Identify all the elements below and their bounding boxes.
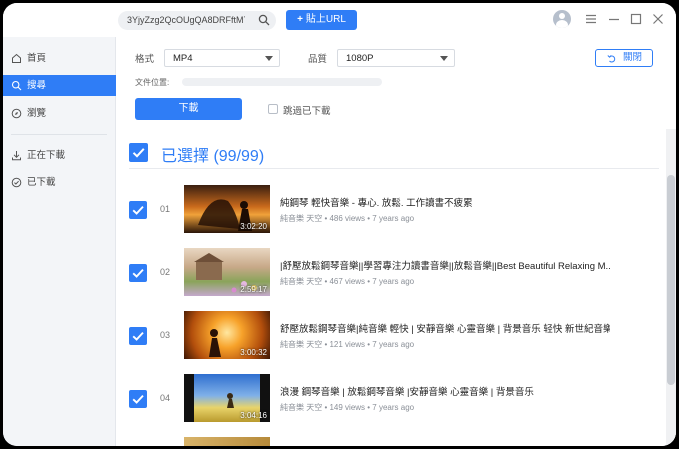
url-input[interactable]: 3YjyZzg2QcOUgQA8DRFftM7zc [118,11,276,30]
video-thumbnail[interactable]: 2:59:17 [184,248,270,296]
list-item: 04 3:04:16 浪漫 鋼琴音樂 | 放鬆鋼琴音樂 |安靜音樂 心靈音樂 |… [116,374,666,436]
search-icon[interactable] [258,14,270,26]
video-title: |舒壓放鬆鋼琴音樂||學習專注力讀書音樂||放鬆音樂||Best Beautif… [280,261,610,272]
download-icon [12,151,21,161]
list-item: 01 3:02:20 純鋼琴 輕快音樂 - 專心. 放鬆. 工作讀書不疲累 純音… [116,185,666,247]
video-duration: 3:00:32 [240,348,267,357]
video-title: 浪漫 鋼琴音樂 | 放鬆鋼琴音樂 |安靜音樂 心靈音樂 | 背景音乐 [280,387,534,398]
skip-downloaded-checkbox[interactable] [268,104,278,114]
selected-count: 已選擇 (99/99) [161,148,265,165]
video-duration: 2:59:17 [240,285,267,294]
format-value: MP4 [173,53,193,64]
sidebar-item-label: 已下載 [27,177,56,188]
quality-select[interactable]: 1080P [337,49,455,67]
item-index: 01 [160,204,171,214]
skip-downloaded-label: 跳過已下載 [283,106,331,117]
sidebar-divider [11,134,107,135]
video-list: 已選擇 (99/99) 01 3:02:20 純鋼琴 輕快音樂 - 專心. 放鬆… [116,129,666,446]
close-window-icon[interactable] [651,12,665,26]
video-thumbnail[interactable]: 3:02:20 [184,185,270,233]
check-icon [132,268,144,278]
item-checkbox[interactable] [129,201,147,219]
sidebar-item-search[interactable]: 搜尋 [3,75,116,96]
undo-icon [607,55,616,63]
check-icon [132,205,144,215]
sidebar: 首頁 搜尋 瀏覽 正在下載 已下載 [3,37,116,446]
video-thumbnail[interactable] [184,437,270,446]
close-panel-button[interactable]: 關閉 [595,49,653,67]
check-icon [132,394,144,404]
sidebar-item-home[interactable]: 首頁 [3,48,116,69]
file-path-label: 文件位置: [135,78,170,87]
quality-label: 品質 [308,54,328,65]
quality-value: 1080P [346,53,374,64]
item-index: 04 [160,393,171,403]
app-window: 3YjyZzg2QcOUgQA8DRFftM7zc + 貼上URL 首頁 搜尋 … [3,3,676,446]
item-index: 03 [160,330,171,340]
search-icon [11,80,22,91]
item-index: 02 [160,267,171,277]
item-checkbox[interactable] [129,327,147,345]
list-scrollbar[interactable] [666,129,676,446]
sidebar-item-browse[interactable]: 瀏覽 [3,103,116,124]
scrollbar-thumb[interactable] [667,175,675,385]
header-divider [129,168,659,169]
list-item: 02 2:59:17 |舒壓放鬆鋼琴音樂||學習專注力讀書音樂||放鬆音樂||B… [116,248,666,310]
chevron-down-icon [440,56,448,61]
item-checkbox[interactable] [129,390,147,408]
format-select[interactable]: MP4 [164,49,280,67]
file-path-field[interactable] [182,78,382,86]
compass-icon [11,108,22,119]
avatar[interactable] [553,10,571,28]
sidebar-item-label: 首頁 [27,53,47,64]
check-circle-icon [11,177,22,188]
selection-header: 已選擇 (99/99) [116,129,666,168]
video-meta: 純音樂 天空 • 467 views • 7 years ago [280,277,415,286]
title-bar: 3YjyZzg2QcOUgQA8DRFftM7zc + 貼上URL [3,3,676,37]
check-icon [132,331,144,341]
video-meta: 純音樂 天空 • 121 views • 7 years ago [280,340,415,349]
sidebar-item-label: 正在下載 [27,150,66,161]
paste-url-label: 貼上URL [305,14,346,25]
url-input-text: 3YjyZzg2QcOUgQA8DRFftM7zc [127,15,245,25]
video-duration: 3:04:16 [240,411,267,420]
select-all-checkbox[interactable] [129,143,148,162]
sidebar-item-downloading[interactable]: 正在下載 [3,145,116,166]
video-thumbnail[interactable]: 3:00:32 [184,311,270,359]
maximize-icon[interactable] [629,12,643,26]
video-thumbnail[interactable]: 3:04:16 [184,374,270,422]
minimize-icon[interactable] [607,12,621,26]
sidebar-item-label: 搜尋 [27,80,47,91]
video-title: 舒壓放鬆鋼琴音樂|純音樂 輕快 | 安靜音樂 心靈音樂 | 背景音乐 轻快 新世… [280,324,610,335]
video-meta: 純音樂 天空 • 486 views • 7 years ago [280,214,415,223]
results-area: 已選擇 (99/99) 01 3:02:20 純鋼琴 輕快音樂 - 專心. 放鬆… [116,129,676,446]
video-meta: 純音樂 天空 • 149 views • 7 years ago [280,403,415,412]
plus-icon: + [297,14,303,25]
check-icon [132,148,145,158]
sidebar-item-label: 瀏覽 [27,108,47,119]
paste-url-button[interactable]: + 貼上URL [286,10,357,30]
list-item: 03 3:00:32 舒壓放鬆鋼琴音樂|純音樂 輕快 | 安靜音樂 心靈音樂 |… [116,311,666,373]
chevron-down-icon [265,56,273,61]
video-title: 純鋼琴 輕快音樂 - 專心. 放鬆. 工作讀書不疲累 [280,198,473,209]
download-settings: 格式 MP4 品質 1080P 文件位置: 下載 跳過已下載 關閉 [116,37,676,129]
sidebar-item-downloaded[interactable]: 已下載 [3,172,116,193]
format-label: 格式 [135,54,155,65]
home-icon [12,53,21,63]
menu-icon[interactable] [584,12,598,26]
download-button[interactable]: 下載 [135,98,242,120]
item-checkbox[interactable] [129,264,147,282]
close-panel-label: 關閉 [623,52,643,63]
video-duration: 3:02:20 [240,222,267,231]
